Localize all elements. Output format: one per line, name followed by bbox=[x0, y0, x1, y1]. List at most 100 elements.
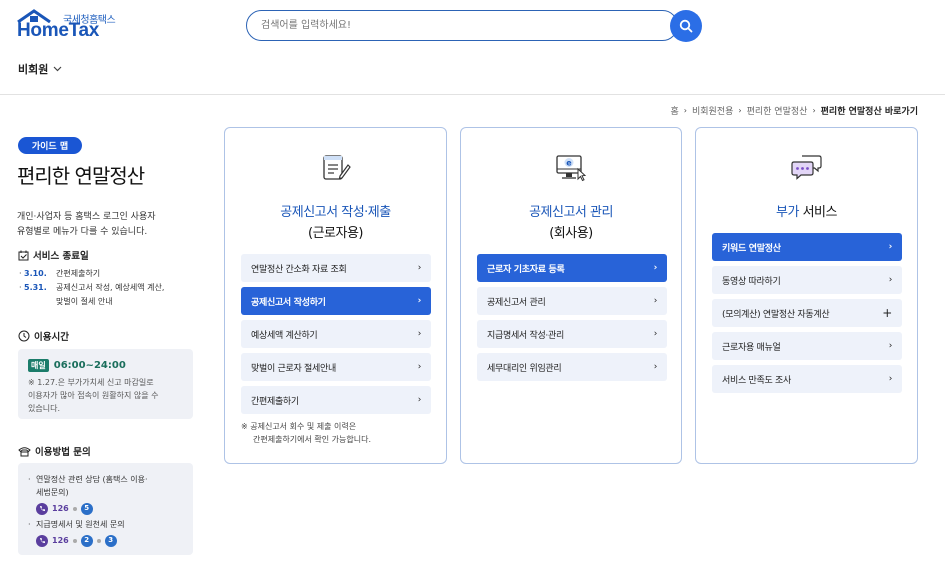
menu-item-dual-income[interactable]: 맞벌이 근로자 절세안내 › bbox=[241, 353, 431, 381]
breadcrumb-current: 편리한 연말정산 바로가기 bbox=[820, 107, 918, 117]
menu-item-label: 서비스 만족도 조사 bbox=[722, 375, 791, 386]
menu-item-keyword[interactable]: 키워드 연말정산 › bbox=[712, 233, 902, 261]
hours-note-line: 있습니다. bbox=[28, 404, 60, 413]
telephone-icon bbox=[18, 446, 31, 456]
hours-note-line: ※ 1.27.은 부가가치세 신고 마감일로 bbox=[28, 378, 154, 387]
search-bar[interactable] bbox=[246, 10, 678, 41]
menu-item-satisfaction[interactable]: 서비스 만족도 조사 › bbox=[712, 365, 902, 393]
hours-note: ※ 1.27.은 부가가치세 신고 마감일로 이용자가 많아 접속이 원활하지 … bbox=[28, 376, 183, 415]
chevron-right-icon: › bbox=[417, 395, 422, 405]
intro-line: 개인·사업자 등 홈택스 로그인 사용자 bbox=[17, 212, 156, 222]
inquiry-label: 이용방법 문의 bbox=[35, 447, 91, 458]
chevron-right-icon: › bbox=[653, 362, 658, 372]
separator-dot bbox=[72, 506, 77, 511]
breadcrumb-separator: › bbox=[738, 106, 742, 115]
breadcrumb-home[interactable]: 홈 bbox=[671, 104, 679, 117]
search-input[interactable] bbox=[247, 11, 677, 40]
phone-main: 126 bbox=[52, 504, 69, 513]
card-title-rest: 서비스 bbox=[798, 205, 838, 220]
card-subtitle: (근로자용) bbox=[308, 226, 363, 241]
menu-item-label: 공제신고서 작성하기 bbox=[251, 297, 326, 308]
service-end-label: 서비스 종료일 bbox=[33, 251, 89, 262]
hours-label: 이용시간 bbox=[34, 332, 69, 343]
menu-item-label: 근로자 기초자료 등록 bbox=[487, 264, 565, 275]
phone-icon bbox=[36, 534, 48, 547]
chevron-right-icon: › bbox=[888, 242, 893, 252]
list-item: 세법문의) bbox=[28, 486, 183, 499]
card-deduction-manage: e 공제신고서 관리 (회사용) 근로자 기초자료 등록 › 공제신고서 관리 › … bbox=[460, 127, 682, 464]
breadcrumb-separator: › bbox=[812, 106, 816, 115]
chevron-right-icon: › bbox=[653, 296, 658, 306]
menu-item-label: 간편제출하기 bbox=[251, 396, 299, 407]
end-date: 3.10. bbox=[24, 269, 47, 278]
chevron-right-icon: › bbox=[888, 275, 893, 285]
hometax-logo[interactable]: 국세청홈택스 HomeTax bbox=[16, 9, 116, 43]
guide-map-badge: 가이드 맵 bbox=[18, 137, 82, 154]
header-divider bbox=[0, 94, 945, 95]
chevron-right-icon: › bbox=[417, 362, 422, 372]
menu-item-label: 연말정산 간소화 자료 조회 bbox=[251, 264, 347, 275]
menu-item-write-deduction[interactable]: 공제신고서 작성하기 › bbox=[241, 287, 431, 315]
calendar-check-icon bbox=[18, 250, 29, 260]
search-button[interactable] bbox=[670, 10, 702, 42]
menu-item-manual[interactable]: 근로자용 매뉴얼 › bbox=[712, 332, 902, 360]
list-item: · 3.10. 간편제출하기 bbox=[19, 267, 164, 281]
service-end-list: · 3.10. 간편제출하기 · 5.31. 공제신고서 작성, 예상세액 계산, 맞벌… bbox=[19, 267, 164, 309]
menu-item-label: (모의계산) 연말정산 자동계산 bbox=[722, 309, 830, 320]
inquiry-text: 연말정산 관련 상담 (홈택스 이용· bbox=[36, 475, 148, 484]
card-additional-services: 부가 서비스 키워드 연말정산 › 동영상 따라하기 › (모의계산) 연말정산 자… bbox=[695, 127, 918, 464]
chevron-right-icon: › bbox=[653, 263, 658, 273]
daily-badge: 매일 bbox=[28, 359, 49, 372]
intro-line: 유형별로 메뉴가 다를 수 있습니다. bbox=[17, 227, 148, 237]
chat-bubbles-icon bbox=[790, 155, 822, 180]
end-text: 간편제출하기 bbox=[56, 269, 101, 278]
hours-box: 매일 06:00~24:00 ※ 1.27.은 부가가치세 신고 마감일로 이용… bbox=[18, 349, 193, 419]
inquiry-text: 세법문의) bbox=[36, 488, 69, 497]
menu-item-video-guide[interactable]: 동영상 따라하기 › bbox=[712, 266, 902, 294]
menu-item-simplified-data[interactable]: 연말정산 간소화 자료 조회 › bbox=[241, 254, 431, 282]
note-line: 간편제출하기에서 확인 가능합니다. bbox=[253, 435, 372, 444]
hours-time: 06:00~24:00 bbox=[53, 360, 126, 371]
logo-text: HomeTax bbox=[17, 20, 100, 41]
menu-item-payment-statement[interactable]: 지급명세서 작성·관리 › bbox=[477, 320, 667, 348]
menu-item-simple-submit[interactable]: 간편제출하기 › bbox=[241, 386, 431, 414]
menu-item-label: 예상세액 계산하기 bbox=[251, 330, 318, 341]
menu-item-label: 맞벌이 근로자 절세안내 bbox=[251, 363, 336, 374]
clock-icon bbox=[18, 330, 30, 342]
document-pen-icon bbox=[322, 155, 351, 180]
card-note: ※ 공제신고서 회수 및 제출 이력은 간편제출하기에서 확인 가능합니다. bbox=[241, 420, 371, 446]
card-title: 공제신고서 작성·제출 bbox=[280, 205, 391, 220]
hours-note-line: 이용자가 많아 접속이 원활하지 않을 수 bbox=[28, 391, 159, 400]
hours-heading: 이용시간 bbox=[18, 329, 69, 343]
breadcrumb-separator: › bbox=[683, 106, 687, 115]
phone-main: 126 bbox=[52, 536, 69, 545]
card-title: 부가 서비스 bbox=[696, 203, 917, 223]
separator-dot bbox=[96, 538, 101, 543]
menu-item-label: 세무대리인 위임관리 bbox=[487, 363, 562, 374]
inquiry-heading: 이용방법 문의 bbox=[18, 444, 91, 458]
note-line: ※ 공제신고서 회수 및 제출 이력은 bbox=[241, 422, 357, 431]
breadcrumb: 홈 › 비회원전용 › 편리한 연말정산 › 편리한 연말정산 바로가기 bbox=[671, 104, 918, 117]
chevron-right-icon: › bbox=[888, 341, 893, 351]
service-end-heading: 서비스 종료일 bbox=[18, 248, 89, 262]
svg-text:e: e bbox=[566, 159, 572, 168]
menu-item-label: 근로자용 매뉴얼 bbox=[722, 342, 781, 353]
menu-item-mock-calc[interactable]: (모의계산) 연말정산 자동계산 + bbox=[712, 299, 902, 327]
member-dropdown[interactable]: 비회원 bbox=[18, 61, 62, 77]
extension-number: 5 bbox=[80, 502, 93, 515]
menu-item-basic-data[interactable]: 근로자 기초자료 등록 › bbox=[477, 254, 667, 282]
page-title: 편리한 연말정산 bbox=[17, 164, 145, 188]
member-label: 비회원 bbox=[18, 63, 49, 76]
list-item: 맞벌이 절세 안내 bbox=[19, 295, 164, 309]
menu-item-tax-agent[interactable]: 세무대리인 위임관리 › bbox=[477, 353, 667, 381]
chevron-right-icon: › bbox=[653, 329, 658, 339]
breadcrumb-nonmember[interactable]: 비회원전용 bbox=[692, 104, 733, 117]
menu-item-deduction-manage[interactable]: 공제신고서 관리 › bbox=[477, 287, 667, 315]
menu-item-label: 공제신고서 관리 bbox=[487, 297, 546, 308]
breadcrumb-year-end[interactable]: 편리한 연말정산 bbox=[747, 104, 808, 117]
card-subtitle: (회사용) bbox=[549, 226, 593, 241]
chevron-right-icon: › bbox=[417, 329, 422, 339]
card-title-highlight: 부가 bbox=[776, 205, 799, 220]
chevron-right-icon: › bbox=[888, 374, 893, 384]
menu-item-estimate-tax[interactable]: 예상세액 계산하기 › bbox=[241, 320, 431, 348]
